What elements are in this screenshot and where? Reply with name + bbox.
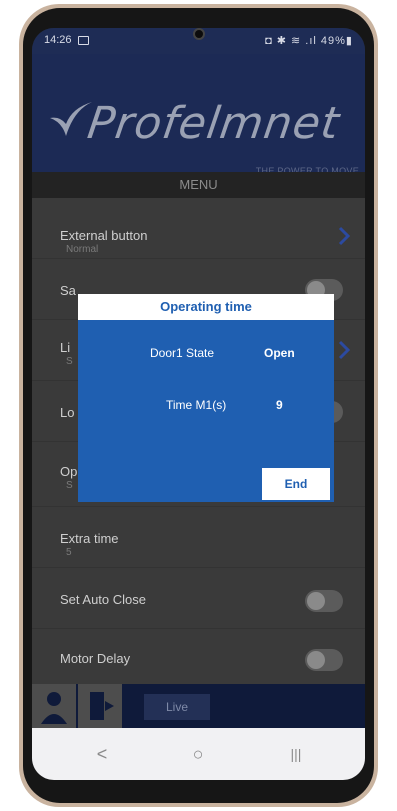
chevron-right-icon	[338, 340, 351, 360]
app-header: Profelmnet THE POWER TO MOVE	[32, 54, 365, 176]
list-item-extra-time[interactable]: Extra time 5	[32, 507, 365, 567]
list-item-title: Lo	[60, 405, 75, 420]
live-button[interactable]: Live	[144, 694, 210, 720]
list-item-title: Extra time	[60, 531, 119, 546]
gallery-notification-icon	[78, 36, 89, 45]
door-exit-icon	[90, 692, 114, 720]
time-m1-value: 9	[276, 398, 283, 412]
list-item-title: Motor Delay	[60, 651, 131, 666]
android-nav-bar: < ○ |||	[32, 728, 365, 780]
list-item-title: Op	[60, 464, 78, 479]
motor-delay-toggle[interactable]	[305, 649, 343, 671]
status-time: 14:26	[44, 34, 72, 46]
door-state-label: Door1 State	[150, 346, 215, 360]
status-icons: ◘ ✱ ≋ .ıl 49%▮	[265, 35, 353, 47]
list-item-set-auto-close[interactable]: Set Auto Close	[32, 568, 365, 628]
brand-logo: Profelmnet	[84, 98, 343, 149]
list-item-title: Li	[60, 340, 71, 355]
list-item-title: Set Auto Close	[60, 592, 146, 607]
door-exit-tab[interactable]	[78, 684, 122, 728]
list-item-subtitle: S	[66, 480, 73, 491]
auto-close-toggle[interactable]	[305, 590, 343, 612]
list-item-subtitle: 5	[66, 547, 72, 558]
user-tab[interactable]	[32, 684, 76, 728]
door-state-value: Open	[264, 346, 295, 360]
home-nav-icon[interactable]: ○	[178, 742, 218, 766]
operating-time-dialog: Operating time Door1 State Open Time M1(…	[78, 294, 334, 502]
end-button[interactable]: End	[262, 468, 330, 500]
list-item-subtitle: Normal	[66, 244, 99, 255]
user-icon	[41, 692, 67, 724]
list-item-motor-delay[interactable]: Motor Delay	[32, 629, 365, 684]
list-item-title: Sa	[60, 283, 76, 298]
recents-nav-icon[interactable]: |||	[276, 742, 316, 766]
time-m1-label: Time M1(s)	[166, 398, 227, 412]
back-nav-icon[interactable]: <	[82, 742, 122, 766]
list-item-subtitle: S	[66, 356, 73, 367]
app-screen: 14:26 ◘ ✱ ≋ .ıl 49%▮ Profelmnet THE POWE…	[32, 28, 365, 780]
menu-title-bar: MENU	[32, 172, 365, 198]
list-item-title: External button	[60, 228, 148, 243]
chevron-right-icon	[338, 226, 351, 246]
dialog-title: Operating time	[78, 294, 334, 320]
list-item-external-button[interactable]: External button Normal	[32, 198, 365, 258]
front-camera	[193, 28, 205, 40]
bottom-tab-bar: Live	[32, 684, 365, 728]
